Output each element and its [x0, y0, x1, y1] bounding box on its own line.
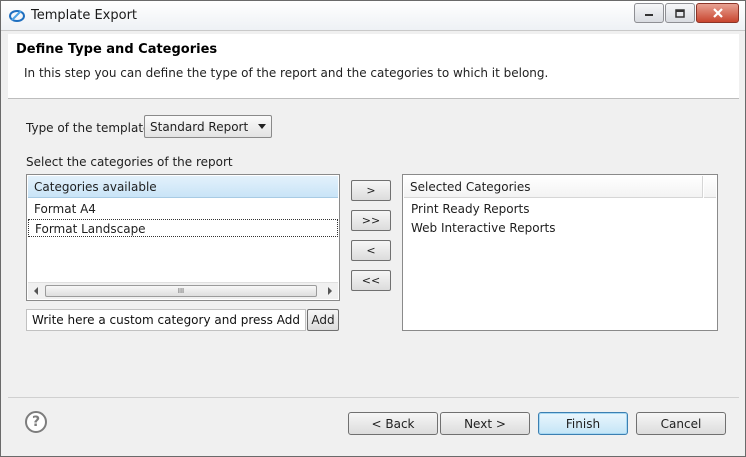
horizontal-scrollbar[interactable]: III [28, 282, 338, 299]
next-button-label: Next > [464, 417, 506, 431]
categories-label: Select the categories of the report [26, 155, 233, 169]
list-item[interactable]: Format Landscape [28, 219, 338, 237]
help-icon[interactable]: ? [25, 411, 47, 433]
title-bar: Template Export [1, 1, 745, 31]
available-categories-list[interactable]: Categories available Format A4 Format La… [26, 174, 340, 301]
page-title: Define Type and Categories [16, 42, 218, 57]
close-button[interactable] [696, 3, 739, 23]
chevron-down-icon [258, 124, 266, 129]
scroll-left-icon[interactable] [34, 287, 38, 295]
template-type-value: Standard Report [150, 120, 249, 134]
list-item[interactable]: Web Interactive Reports [404, 219, 716, 237]
page-description: In this step you can define the type of … [24, 66, 549, 80]
minimize-icon [645, 14, 653, 16]
move-selected-left-button[interactable]: < [351, 240, 391, 261]
maximize-button[interactable] [665, 3, 695, 23]
back-button[interactable]: < Back [348, 412, 438, 435]
custom-category-input[interactable]: Write here a custom category and press A… [26, 309, 306, 331]
available-categories-header: Categories available [28, 176, 338, 198]
wizard-header: Define Type and Categories In this step … [8, 34, 739, 99]
next-button[interactable]: Next > [440, 412, 530, 435]
empty-column-header [704, 176, 716, 198]
back-button-label: < Back [371, 417, 415, 431]
scroll-right-icon[interactable] [328, 287, 332, 295]
finish-button-label: Finish [565, 417, 601, 431]
move-all-left-button[interactable]: << [351, 270, 391, 291]
window-title: Template Export [31, 8, 138, 23]
template-type-select[interactable]: Standard Report [144, 115, 272, 138]
template-type-label: Type of the template: [26, 121, 155, 135]
footer-divider [8, 397, 739, 398]
close-icon [712, 8, 723, 18]
list-item[interactable]: Format A4 [28, 200, 338, 218]
finish-button[interactable]: Finish [538, 412, 628, 435]
list-item[interactable]: Print Ready Reports [404, 200, 716, 218]
minimize-button[interactable] [634, 3, 664, 23]
scrollbar-thumb[interactable]: III [45, 285, 317, 297]
add-category-button[interactable]: Add [307, 309, 339, 331]
move-selected-right-button[interactable]: > [351, 180, 391, 201]
move-all-right-button[interactable]: >> [351, 210, 391, 231]
cancel-button[interactable]: Cancel [636, 412, 726, 435]
selected-categories-header[interactable]: Selected Categories [404, 176, 703, 198]
template-export-dialog: Template Export Define Type and Categori… [0, 0, 746, 457]
cancel-button-label: Cancel [660, 417, 702, 431]
app-logo-icon [9, 10, 25, 22]
maximize-icon [675, 8, 685, 18]
window-controls [633, 3, 739, 23]
selected-categories-list[interactable]: Selected Categories Print Ready Reports … [402, 174, 718, 331]
